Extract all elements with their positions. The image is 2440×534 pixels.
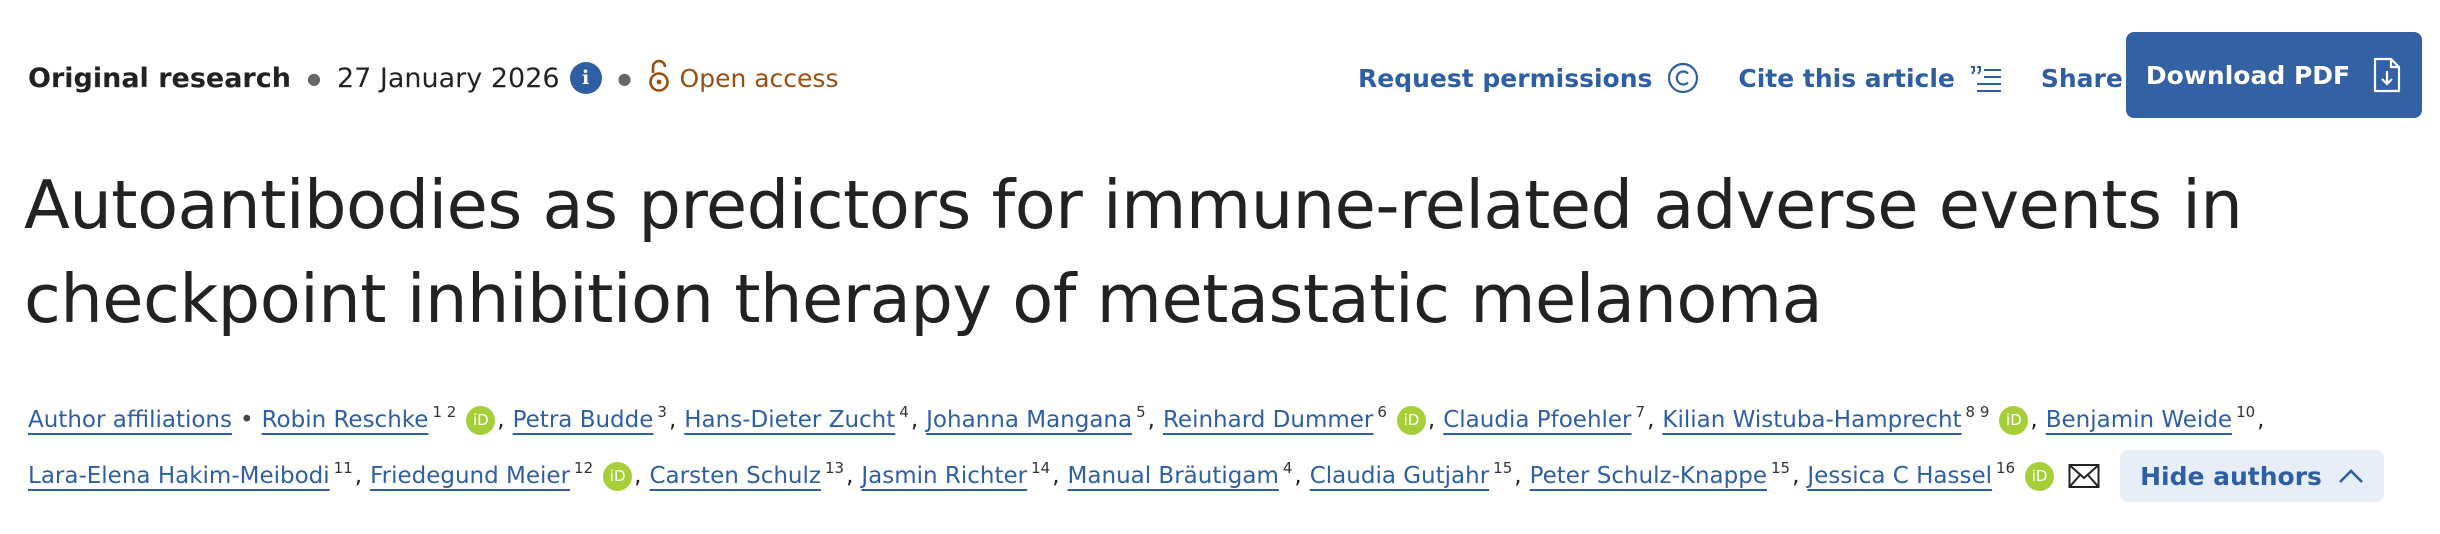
- cite-article-label: Cite this article: [1738, 63, 1955, 93]
- orcid-icon[interactable]: iD: [1999, 405, 2029, 435]
- author-link[interactable]: Benjamin Weide: [2046, 407, 2232, 433]
- author-link[interactable]: Hans-Dieter Zucht: [684, 407, 895, 433]
- hide-authors-button[interactable]: Hide authors: [2120, 450, 2384, 502]
- author-separator: ,: [354, 463, 363, 489]
- author-list: Author affiliations • Robin Reschke 1 2 iD…: [28, 392, 2428, 504]
- author-link[interactable]: Lara-Elena Hakim-Meibodi: [28, 463, 330, 489]
- author-affiliation-number: 4: [1282, 459, 1293, 477]
- share-label: Share: [2040, 63, 2123, 93]
- author-line-2: Lara-Elena Hakim-Meibodi 11, Friedegund M…: [28, 448, 2428, 504]
- author-link[interactable]: Reinhard Dummer: [1163, 407, 1373, 433]
- author-separator: ,: [1792, 463, 1800, 489]
- article-type: Original research: [28, 62, 291, 94]
- orcid-icon[interactable]: iD: [1396, 405, 1426, 435]
- author-line-1: Author affiliations • Robin Reschke 1 2 iD…: [28, 392, 2428, 448]
- author-separator: ,: [1514, 463, 1522, 489]
- article-title: Autoantibodies as predictors for immune-…: [24, 166, 2243, 338]
- file-download-icon: [2372, 57, 2402, 93]
- meta-separator: ●: [617, 68, 632, 88]
- author-affiliations-link[interactable]: Author affiliations: [28, 407, 232, 433]
- download-pdf-label: Download PDF: [2145, 60, 2351, 90]
- author-affiliation-number: 16: [1996, 459, 2016, 477]
- info-circle-icon[interactable]: i: [569, 62, 602, 94]
- author-separator: ,: [668, 407, 677, 433]
- author-link[interactable]: Kilian Wistuba-Hamprecht: [1662, 407, 1961, 433]
- author-affiliation-number: 6: [1377, 403, 1387, 421]
- author-separator: ,: [910, 407, 919, 433]
- orcid-icon[interactable]: iD: [466, 405, 496, 435]
- author-separator: ,: [1647, 407, 1655, 433]
- author-link[interactable]: Johanna Mangana: [926, 407, 1132, 433]
- author-affiliation-number: 15: [1770, 459, 1791, 477]
- envelope-icon[interactable]: [2068, 463, 2100, 489]
- orcid-icon[interactable]: iD: [603, 461, 633, 491]
- hide-authors-label: Hide authors: [2140, 461, 2322, 491]
- author-affiliation-number: 1 2: [432, 403, 457, 421]
- author-affiliation-number: 4: [899, 403, 909, 421]
- request-permissions-link[interactable]: Request permissions: [1358, 61, 1700, 95]
- author-affiliation-number: 7: [1635, 403, 1646, 421]
- article-meta: Original research ● 27 January 2026 i ● …: [28, 56, 838, 100]
- author-affiliation-number: 10: [2236, 403, 2256, 421]
- download-pdf-button[interactable]: Download PDF: [2126, 32, 2422, 118]
- author-affiliation-number: 8 9: [1965, 403, 1990, 421]
- chevron-up-icon: [2338, 468, 2364, 484]
- author-affiliation-number: 13: [824, 459, 845, 477]
- article-actions: Request permissions Cite this article Sh…: [1358, 56, 2171, 100]
- author-affiliation-number: 5: [1136, 403, 1146, 421]
- author-link[interactable]: Carsten Schulz: [649, 463, 821, 489]
- orcid-icon[interactable]: iD: [2025, 461, 2055, 491]
- author-separator: ,: [1147, 407, 1155, 433]
- open-access-label: Open access: [679, 63, 839, 93]
- quote-list-icon: [1969, 63, 2003, 93]
- author-separator: ,: [846, 463, 854, 489]
- author-separator: ,: [1427, 407, 1436, 433]
- author-affiliation-number: 14: [1031, 459, 1051, 477]
- author-link[interactable]: Robin Reschke: [262, 407, 429, 433]
- copyright-icon: [1666, 61, 1700, 95]
- author-link[interactable]: Peter Schulz-Knappe: [1530, 463, 1767, 489]
- article-header-bar: Original research ● 27 January 2026 i ● …: [28, 32, 2422, 124]
- author-affiliation-number: 3: [657, 403, 667, 421]
- meta-separator: ●: [306, 68, 321, 88]
- author-link[interactable]: Jessica C Hassel: [1807, 463, 1992, 489]
- author-separator: ,: [1052, 463, 1060, 489]
- author-affiliation-number: 15: [1493, 459, 1513, 477]
- author-separator: ,: [497, 407, 505, 433]
- author-affiliation-number: 12: [574, 459, 594, 477]
- publication-date: 27 January 2026: [336, 62, 560, 94]
- author-link[interactable]: Jasmin Richter: [861, 463, 1027, 489]
- author-link[interactable]: Petra Budde: [513, 407, 654, 433]
- meta-separator: •: [240, 407, 254, 433]
- author-affiliation-number: 11: [333, 459, 353, 477]
- cite-article-link[interactable]: Cite this article: [1738, 63, 2003, 93]
- author-separator: ,: [1294, 463, 1302, 489]
- author-link[interactable]: Manual Bräutigam: [1068, 463, 1279, 489]
- author-link[interactable]: Friedegund Meier: [370, 463, 570, 489]
- author-link[interactable]: Claudia Pfoehler: [1443, 407, 1631, 433]
- author-separator: ,: [2030, 407, 2038, 433]
- request-permissions-label: Request permissions: [1358, 63, 1653, 93]
- author-separator: ,: [634, 463, 642, 489]
- author-link[interactable]: Claudia Gutjahr: [1310, 463, 1489, 489]
- open-lock-icon: [648, 59, 670, 97]
- author-separator: ,: [2257, 407, 2265, 433]
